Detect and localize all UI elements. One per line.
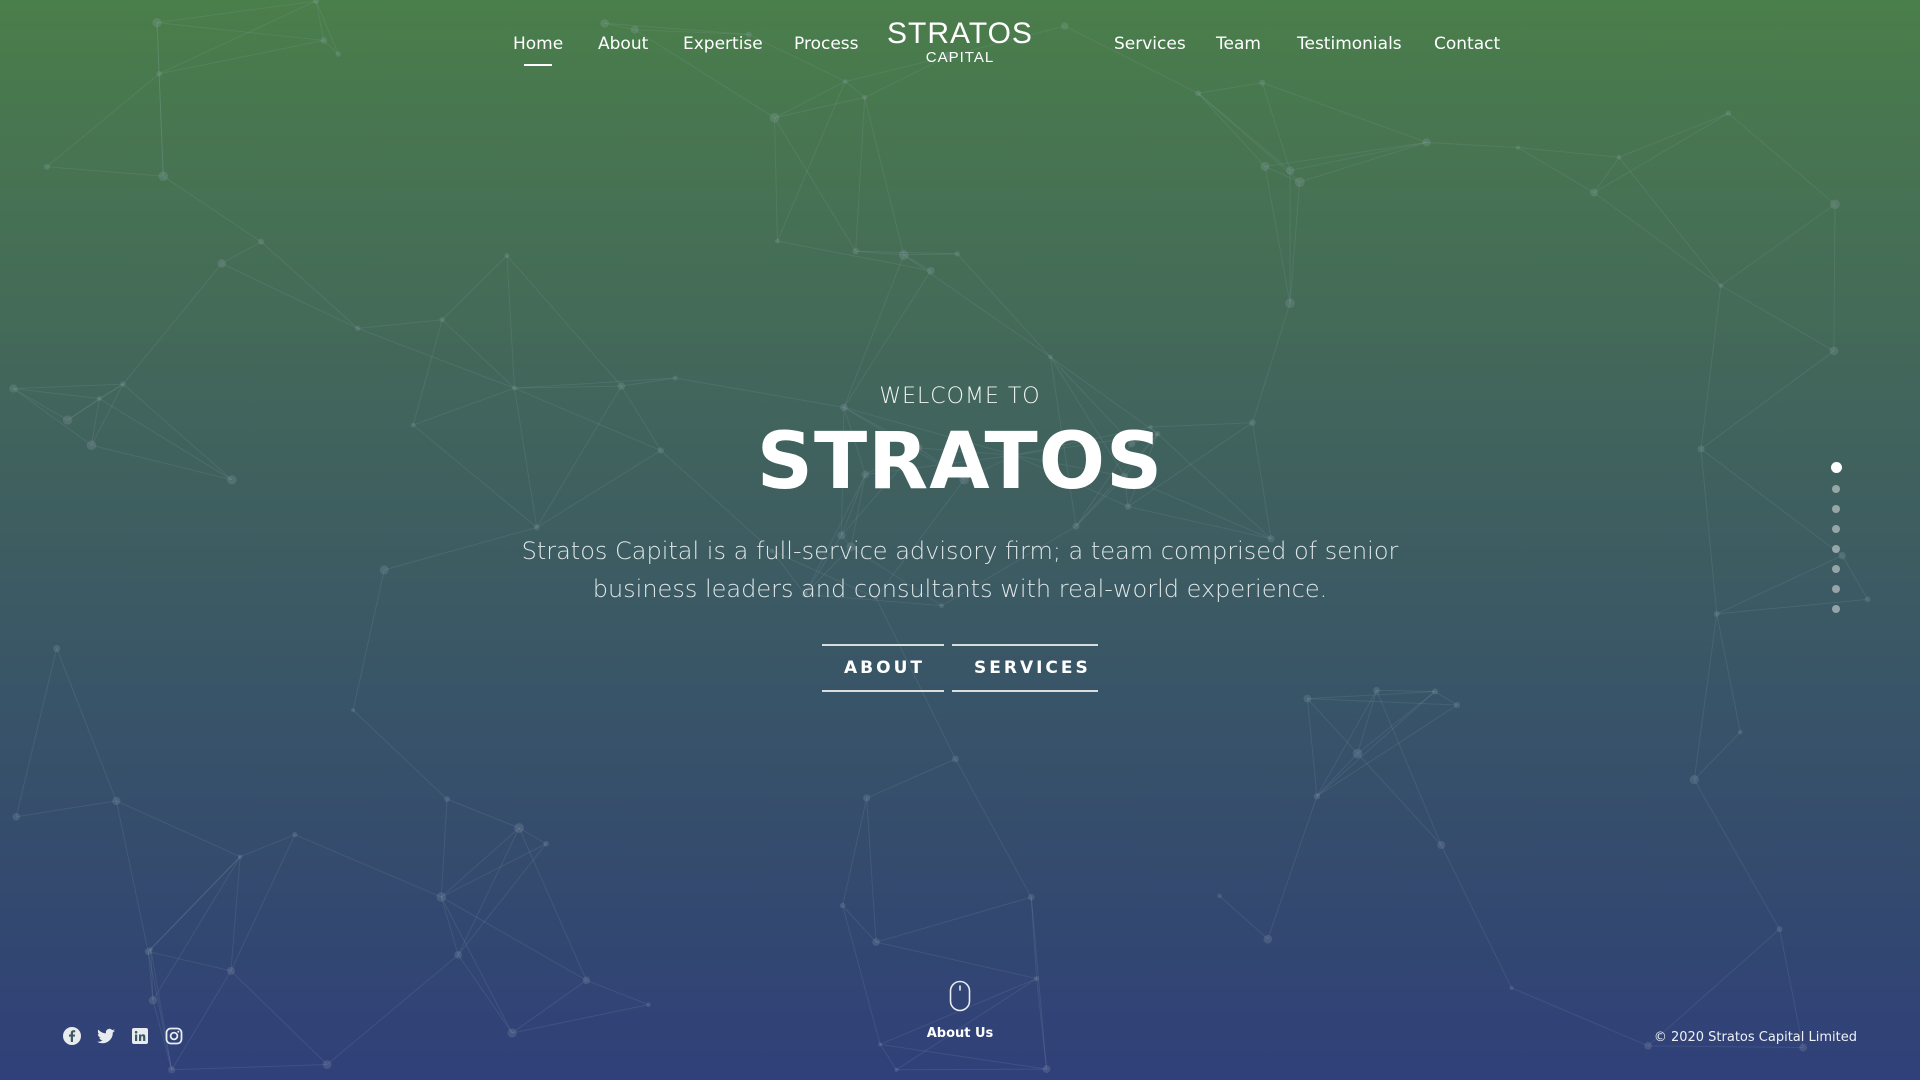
hero-title: STRATOS: [756, 417, 1164, 507]
page-dot-6[interactable]: [1832, 565, 1840, 573]
about-button[interactable]: ABOUT: [822, 644, 944, 692]
facebook-icon[interactable]: [62, 1026, 82, 1046]
copyright-text: © 2020 Stratos Capital Limited: [1653, 1030, 1857, 1045]
hero-kicker: WELCOME TO: [879, 384, 1041, 409]
mouse-icon: [949, 980, 971, 1012]
nav-about[interactable]: About: [598, 34, 648, 54]
hero-buttons: ABOUT SERVICES: [360, 644, 1560, 692]
page-dot-4[interactable]: [1832, 525, 1840, 533]
nav-process[interactable]: Process: [794, 34, 859, 54]
logo[interactable]: STRATOS CAPITAL: [880, 18, 1040, 66]
scroll-label: About Us: [926, 1026, 994, 1041]
social-links: [62, 1026, 184, 1046]
nav-expertise[interactable]: Expertise: [683, 34, 763, 54]
page-dot-1[interactable]: [1830, 462, 1842, 473]
twitter-icon[interactable]: [96, 1026, 116, 1046]
nav-services[interactable]: Services: [1114, 34, 1186, 54]
page-dot-7[interactable]: [1832, 585, 1840, 593]
nav-team[interactable]: Team: [1216, 34, 1261, 54]
nav-home[interactable]: Home: [513, 34, 563, 54]
nav-testimonials[interactable]: Testimonials: [1297, 34, 1402, 54]
page-dot-2[interactable]: [1832, 485, 1840, 493]
section-page-dots: [1829, 462, 1843, 613]
services-button[interactable]: SERVICES: [952, 644, 1098, 692]
hero-description: Stratos Capital is a full-service adviso…: [521, 537, 1399, 603]
main-navigation: Home About Expertise Process STRATOS CAP…: [0, 0, 1920, 92]
logo-sub-text: CAPITAL: [925, 49, 995, 66]
linkedin-icon[interactable]: [130, 1026, 150, 1046]
page-dot-8[interactable]: [1832, 605, 1840, 613]
hero-section: WELCOME TO STRATOS Stratos Capital is a …: [360, 380, 1560, 692]
instagram-icon[interactable]: [164, 1026, 184, 1046]
page-dot-3[interactable]: [1832, 505, 1840, 513]
page-dot-5[interactable]: [1832, 545, 1840, 553]
nav-contact[interactable]: Contact: [1434, 34, 1500, 54]
logo-main-text: STRATOS: [887, 17, 1033, 50]
scroll-to-about[interactable]: About Us: [900, 980, 1020, 1041]
